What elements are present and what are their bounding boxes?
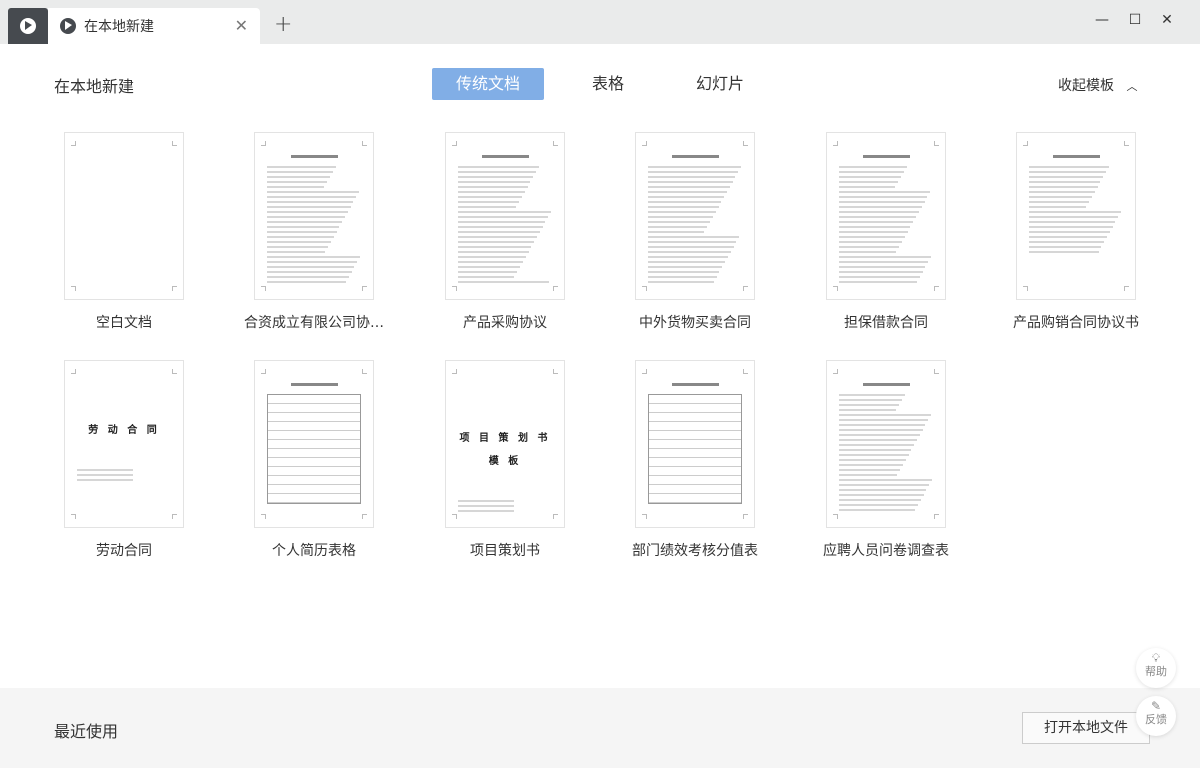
template-thumbnail[interactable] [826, 132, 946, 300]
template-label: 合资成立有限公司协… [244, 315, 384, 331]
minimize-button[interactable]: — [1092, 12, 1112, 28]
tab-slides[interactable]: 幻灯片 [680, 68, 760, 100]
template-thumbnail[interactable] [445, 132, 565, 300]
template-thumbnail[interactable] [254, 132, 374, 300]
recent-heading: 最近使用 [54, 722, 119, 741]
template-thumbnail[interactable]: 项 目 策 划 书模 板 [445, 360, 565, 528]
app-logo-icon [20, 18, 36, 34]
template-card[interactable]: 项 目 策 划 书模 板项目策划书 [425, 360, 585, 560]
maximize-button[interactable]: ☐ [1125, 12, 1145, 28]
thumb-title: 劳 动 合 同 [88, 425, 160, 436]
close-tab-icon[interactable]: ✕ [235, 16, 248, 35]
tab-spreadsheets[interactable]: 表格 [568, 68, 648, 100]
template-thumbnail[interactable] [1016, 132, 1136, 300]
template-label: 应聘人员问卷调查表 [823, 543, 949, 559]
page-title: 在本地新建 [54, 77, 135, 96]
template-thumbnail[interactable] [635, 132, 755, 300]
help-button[interactable]: 💡︎ 帮助 [1136, 648, 1176, 688]
collapse-label: 收起模板 [1058, 78, 1114, 94]
template-card[interactable]: 部门绩效考核分值表 [615, 360, 775, 560]
chevron-up-icon: ︿ [1126, 80, 1138, 93]
template-card[interactable]: 合资成立有限公司协… [234, 132, 394, 332]
feedback-label: 反馈 [1145, 713, 1167, 726]
tab-documents[interactable]: 传统文档 [432, 68, 544, 100]
template-label: 中外货物买卖合同 [639, 315, 751, 331]
template-label: 项目策划书 [470, 543, 540, 559]
app-menu-button[interactable] [8, 8, 48, 44]
template-label: 空白文档 [96, 315, 152, 331]
tab-logo-icon [60, 18, 76, 34]
template-label: 担保借款合同 [844, 315, 928, 331]
template-thumbnail[interactable] [826, 360, 946, 528]
template-thumbnail[interactable]: 劳 动 合 同 [64, 360, 184, 528]
template-card[interactable]: 劳 动 合 同劳动合同 [44, 360, 204, 560]
open-local-file-button[interactable]: 打开本地文件 [1022, 712, 1150, 744]
template-label: 个人简历表格 [272, 543, 356, 559]
template-label: 部门绩效考核分值表 [632, 543, 758, 559]
thumb-subtitle: 模 板 [488, 456, 522, 467]
help-label: 帮助 [1145, 665, 1167, 678]
template-card[interactable]: 中外货物买卖合同 [615, 132, 775, 332]
title-bar: 在本地新建 ✕ + — ☐ ✕ [0, 0, 1200, 44]
template-card[interactable]: 应聘人员问卷调查表 [806, 360, 966, 560]
template-label: 产品购销合同协议书 [1013, 315, 1139, 331]
template-card[interactable]: 个人简历表格 [234, 360, 394, 560]
close-window-button[interactable]: ✕ [1157, 12, 1177, 28]
tab-label: 在本地新建 [84, 19, 154, 35]
template-card[interactable]: 产品采购协议 [425, 132, 585, 332]
template-thumbnail[interactable] [635, 360, 755, 528]
collapse-templates-button[interactable]: 收起模板 ︿ [1058, 75, 1137, 95]
tab-new-local[interactable]: 在本地新建 ✕ [48, 8, 260, 44]
template-card[interactable]: 空白文档 [44, 132, 204, 332]
footer: 最近使用 打开本地文件 [0, 688, 1200, 768]
thumb-title: 项 目 策 划 书 [459, 433, 551, 444]
template-card[interactable]: 担保借款合同 [806, 132, 966, 332]
template-card[interactable]: 产品购销合同协议书 [996, 132, 1156, 332]
template-thumbnail[interactable] [64, 132, 184, 300]
lightbulb-icon: 💡︎ [1151, 651, 1161, 665]
feedback-button[interactable]: ✎ 反馈 [1136, 696, 1176, 736]
template-label: 劳动合同 [96, 543, 152, 559]
edit-note-icon: ✎ [1150, 699, 1162, 713]
template-thumbnail[interactable] [254, 360, 374, 528]
new-tab-button[interactable]: + [274, 12, 292, 37]
template-label: 产品采购协议 [463, 315, 547, 331]
